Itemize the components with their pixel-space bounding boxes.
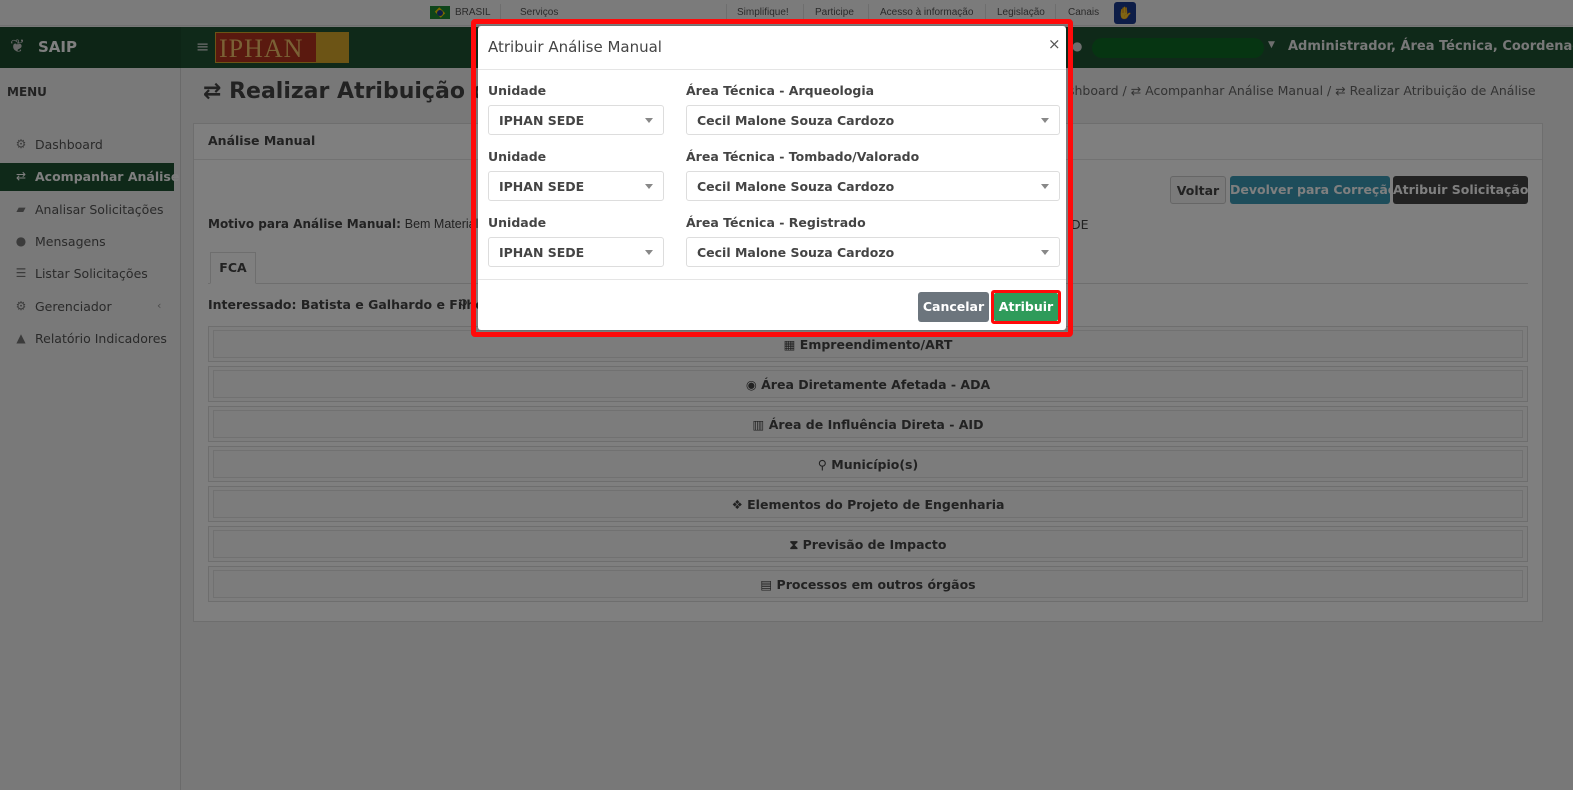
select-value: IPHAN SEDE xyxy=(499,245,585,260)
close-icon[interactable]: × xyxy=(1048,35,1061,53)
unidade-label: Unidade xyxy=(488,149,547,164)
select-value: IPHAN SEDE xyxy=(499,179,585,194)
area-tecnica-registrado-label: Área Técnica - Registrado xyxy=(686,215,866,230)
atribuir-button[interactable]: Atribuir xyxy=(994,293,1058,321)
unidade-select-registrado[interactable]: IPHAN SEDE xyxy=(488,237,664,267)
modal-footer-divider xyxy=(478,279,1066,280)
area-tecnica-tombado-select[interactable]: Cecil Malone Souza Cardozo xyxy=(686,171,1060,201)
caret-down-icon xyxy=(1041,184,1049,189)
select-value: Cecil Malone Souza Cardozo xyxy=(697,179,895,194)
caret-down-icon xyxy=(1041,250,1049,255)
select-value: Cecil Malone Souza Cardozo xyxy=(697,113,895,128)
caret-down-icon xyxy=(645,250,653,255)
unidade-select-tombado[interactable]: IPHAN SEDE xyxy=(488,171,664,201)
select-value: IPHAN SEDE xyxy=(499,113,585,128)
modal-title: Atribuir Análise Manual xyxy=(488,38,662,56)
select-value: Cecil Malone Souza Cardozo xyxy=(697,245,895,260)
unidade-label: Unidade xyxy=(488,215,547,230)
atribuir-analise-modal: Atribuir Análise Manual × Unidade Área T… xyxy=(478,26,1066,330)
area-tecnica-registrado-select[interactable]: Cecil Malone Souza Cardozo xyxy=(686,237,1060,267)
atribuir-button-highlight: Atribuir xyxy=(991,290,1061,324)
unidade-select-arqueologia[interactable]: IPHAN SEDE xyxy=(488,105,664,135)
unidade-label: Unidade xyxy=(488,83,547,98)
caret-down-icon xyxy=(645,184,653,189)
modal-header: Atribuir Análise Manual × xyxy=(478,26,1066,70)
area-tecnica-tombado-label: Área Técnica - Tombado/Valorado xyxy=(686,149,920,164)
caret-down-icon xyxy=(1041,118,1049,123)
area-tecnica-arqueologia-select[interactable]: Cecil Malone Souza Cardozo xyxy=(686,105,1060,135)
area-tecnica-arqueologia-label: Área Técnica - Arqueologia xyxy=(686,83,875,98)
caret-down-icon xyxy=(645,118,653,123)
cancelar-button[interactable]: Cancelar xyxy=(918,292,989,322)
